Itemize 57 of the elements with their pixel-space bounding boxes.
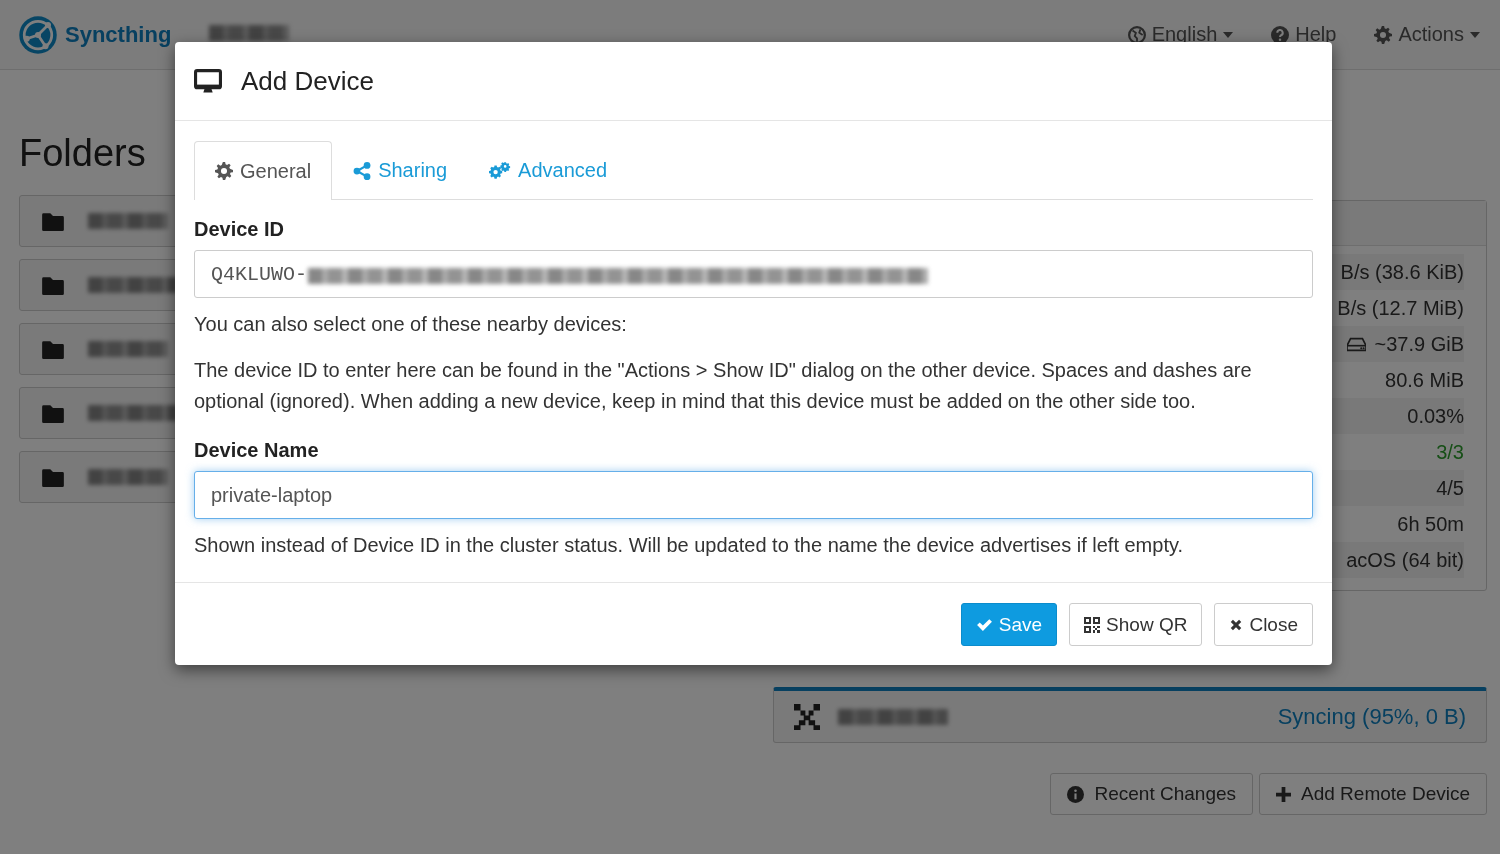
brand-name: Syncthing [65,21,172,48]
folder-icon [42,211,64,231]
nav-menu[interactable]: Help [1271,23,1337,46]
tab[interactable]: Advanced [468,141,629,199]
show-qr-button[interactable]: Show QR [1069,603,1203,646]
caret-icon [1470,31,1480,38]
close-icon [1229,617,1244,632]
device-row[interactable]: Syncing (95%, 0 B) [773,687,1487,743]
gears-icon [489,161,512,180]
stat-value: 80.6 MiB [1385,368,1464,392]
action-button[interactable]: Recent Changes [1050,773,1254,815]
sync-status: Syncing (95%, 0 B) [1277,703,1466,730]
folder-icon [42,467,64,487]
help-text: The device ID to enter here can be found in the "Actions > Show ID" dialog on the other device. Spaces and dashes are optional (ignored). When adding a new device, keep in mind that this device must be added on the other side too. [194,358,1253,414]
stat-value: ~37.9 GiB [1374,332,1464,356]
folder-row[interactable] [19,259,178,311]
folder-icon [42,339,64,359]
stat-value: acOS (64 bit) [1346,548,1464,572]
dialog-title: Add Device [241,65,374,97]
logo-icon [18,14,58,55]
gear-icon [215,162,233,180]
device-icon [794,703,820,730]
hint-text: You can also select one of these nearby devices: [194,312,628,337]
check-icon [975,616,993,633]
folder-icon [42,403,64,423]
stat-value: 3/3 [1436,440,1464,464]
caret-icon [1223,31,1234,38]
folder-row[interactable] [19,323,178,375]
close-button[interactable]: Close [1214,603,1313,646]
info-icon [1067,785,1085,803]
device-name-field[interactable]: private-laptop [194,471,1313,519]
stat-value: 6h 50m [1397,512,1464,536]
globe-icon [1127,25,1146,44]
gear-icon [1374,25,1393,44]
stat-value: B/s (38.6 KiB) [1340,260,1464,284]
folder-row[interactable] [19,451,178,503]
stat-value: 0.03% [1407,404,1464,428]
hard-drive-icon [1347,336,1367,352]
tab[interactable]: Sharing [332,141,469,199]
qr-code-icon [1084,616,1101,633]
field-label: Device ID [194,218,286,241]
tab[interactable]: General [194,141,333,200]
section-heading: Folders [19,132,146,175]
folder-icon [42,275,64,295]
plus-icon [1276,786,1292,802]
share-icon [353,161,372,180]
folder-row[interactable] [19,387,178,439]
hint-text: Shown instead of Device ID in the cluster status. Will be updated to the name the device advertises if left empty. [194,533,1185,558]
folder-row[interactable] [19,195,178,247]
action-button[interactable]: Add Remote Device [1259,773,1487,815]
nav-menu[interactable]: English [1127,23,1234,46]
stat-value: 4/5 [1436,476,1464,500]
save-button[interactable]: Save [960,603,1058,646]
field-label: Device Name [194,439,320,462]
nav-menu[interactable]: Actions [1374,23,1480,46]
stat-value: B/s (12.7 MiB) [1337,296,1464,320]
monitor-icon [194,68,222,94]
